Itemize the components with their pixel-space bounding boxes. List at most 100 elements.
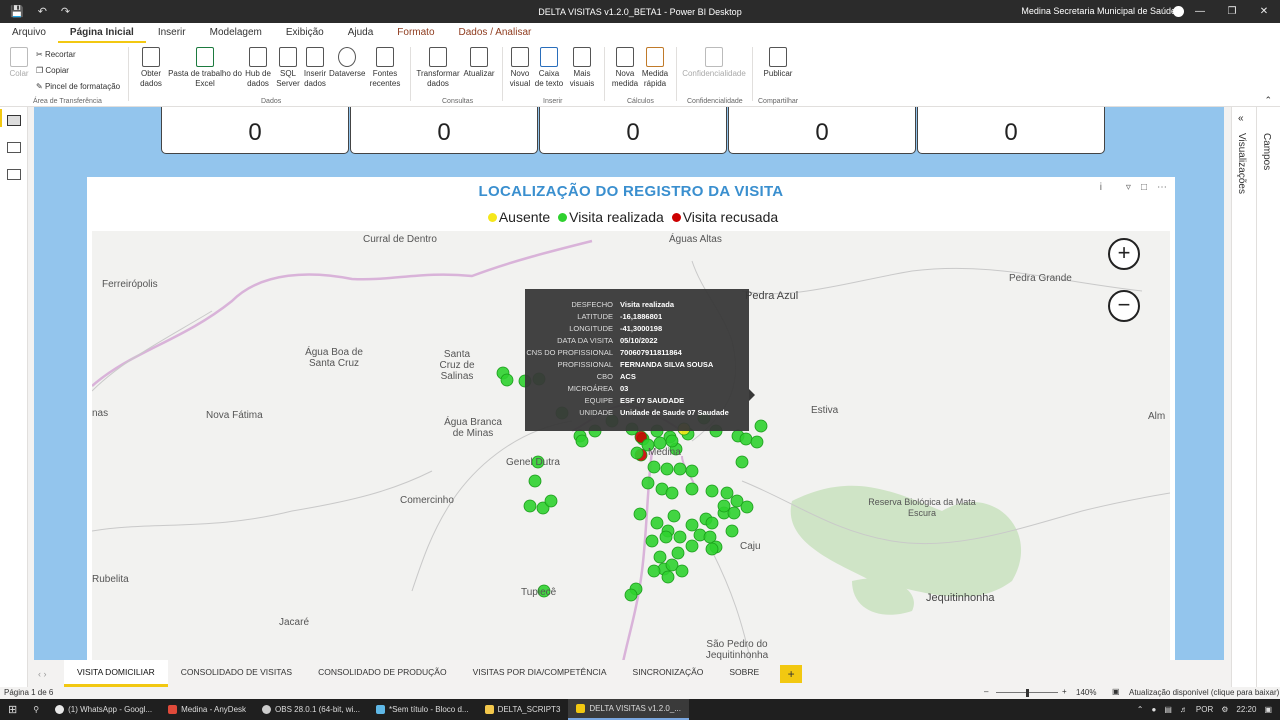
page-tab-sincronizacao[interactable]: SINCRONIZAÇÃO	[620, 660, 717, 687]
zoom-out-icon[interactable]: –	[984, 687, 988, 696]
new-visual-button[interactable]: Novo visual	[507, 47, 533, 89]
expand-panes-icon[interactable]: «	[1238, 113, 1244, 124]
visit-point[interactable]	[735, 455, 749, 469]
taskbar-item[interactable]: Medina - AnyDesk	[160, 699, 254, 720]
model-view-icon[interactable]	[7, 169, 21, 180]
visit-point[interactable]	[671, 546, 685, 560]
notification-icon[interactable]: ▣	[1264, 705, 1272, 714]
visit-point[interactable]	[739, 432, 753, 446]
visit-point[interactable]	[705, 516, 719, 530]
search-button[interactable]: ⚲	[25, 699, 47, 720]
visit-point[interactable]	[727, 506, 741, 520]
tab-modelagem[interactable]: Modelagem	[198, 23, 274, 43]
page-tab-visita-domiciliar[interactable]: VISITA DOMICILIAR	[64, 660, 168, 687]
visit-point[interactable]	[653, 550, 667, 564]
tab-inserir[interactable]: Inserir	[146, 23, 198, 43]
fields-pane-toggle[interactable]: Campos	[1261, 133, 1272, 170]
new-measure-button[interactable]: Nova medida	[610, 47, 640, 89]
excel-button[interactable]: Pasta de trabalho do Excel	[168, 47, 242, 89]
taskbar-item[interactable]: (1) WhatsApp - Googl...	[47, 699, 160, 720]
update-notice[interactable]: Atualização disponível (clique para baix…	[1129, 688, 1279, 697]
recent-sources-button[interactable]: Fontes recentes	[366, 47, 404, 89]
visit-point[interactable]	[665, 434, 679, 448]
visit-point[interactable]	[740, 500, 754, 514]
add-page-button[interactable]: +	[780, 664, 803, 683]
page-tab-consolidado-visitas[interactable]: CONSOLIDADO DE VISITAS	[168, 660, 305, 687]
clock[interactable]: 22:20	[1236, 705, 1256, 714]
visit-point[interactable]	[528, 474, 542, 488]
zoom-in-icon[interactable]: +	[1062, 687, 1067, 696]
kpi-card[interactable]: 0	[728, 107, 916, 154]
kpi-card[interactable]: 0	[350, 107, 538, 154]
visit-point[interactable]	[685, 464, 699, 478]
zoom-slider-thumb[interactable]	[1026, 689, 1029, 697]
visit-point[interactable]	[645, 534, 659, 548]
visit-point[interactable]	[675, 564, 689, 578]
get-data-button[interactable]: Obter dados	[135, 47, 167, 89]
visit-point[interactable]	[720, 486, 734, 500]
more-visuals-button[interactable]: Mais visuais	[566, 47, 598, 89]
taskbar-item[interactable]: *Sem título - Bloco d...	[368, 699, 477, 720]
visit-point[interactable]	[523, 499, 537, 513]
visit-point[interactable]	[500, 373, 514, 387]
kpi-card[interactable]: 0	[917, 107, 1105, 154]
format-painter-button[interactable]: ✎ Pincel de formatação	[36, 82, 120, 91]
quick-measure-button[interactable]: Medida rápida	[640, 47, 670, 89]
user-name[interactable]: Medina Secretaria Municipal de Saúde	[1021, 6, 1176, 16]
info-icon[interactable]: i	[1100, 182, 1102, 193]
visit-point[interactable]	[685, 539, 699, 553]
taskbar-item[interactable]: DELTA_SCRIPT3	[477, 699, 569, 720]
tab-pagina-inicial[interactable]: Página Inicial	[57, 23, 146, 43]
visit-point[interactable]	[647, 564, 661, 578]
undo-icon[interactable]: ↶	[38, 5, 47, 18]
visit-point[interactable]	[685, 518, 699, 532]
tab-dados-analisar[interactable]: Dados / Analisar	[447, 23, 544, 43]
page-tab-consolidado-producao[interactable]: CONSOLIDADO DE PRODUÇÃO	[305, 660, 459, 687]
visit-point[interactable]	[630, 446, 644, 460]
focus-mode-icon[interactable]: □	[1141, 182, 1147, 193]
tab-formato[interactable]: Formato	[385, 23, 446, 43]
map-visual[interactable]: LOCALIZAÇÃO DO REGISTRO DA VISITA i ▿ □ …	[87, 177, 1175, 660]
report-view-icon[interactable]	[7, 115, 21, 126]
theme-toggle[interactable]	[1173, 6, 1184, 17]
visit-point[interactable]	[725, 524, 739, 538]
visit-point[interactable]	[647, 460, 661, 474]
collapse-ribbon-icon[interactable]: ⌃	[1264, 95, 1272, 106]
visit-point[interactable]	[717, 499, 731, 513]
visit-point[interactable]	[633, 507, 647, 521]
refresh-button[interactable]: Atualizar	[461, 47, 497, 79]
visit-point[interactable]	[665, 486, 679, 500]
kpi-card[interactable]: 0	[539, 107, 727, 154]
close-icon[interactable]: ✕	[1248, 0, 1280, 23]
page-nav-arrows[interactable]: ‹ ›	[34, 669, 64, 679]
filter-icon[interactable]: ▿	[1126, 182, 1131, 193]
page-tab-sobre[interactable]: SOBRE	[716, 660, 772, 687]
start-button[interactable]: ⊞	[0, 699, 25, 720]
visit-point[interactable]	[544, 494, 558, 508]
tab-ajuda[interactable]: Ajuda	[336, 23, 386, 43]
taskbar-item[interactable]: OBS 28.0.1 (64-bit, wi...	[254, 699, 368, 720]
tab-arquivo[interactable]: Arquivo	[0, 23, 58, 43]
map-area[interactable]: Curral de Dentro Águas Altas Ferreirópol…	[92, 231, 1170, 660]
zoom-in-button[interactable]: +	[1108, 238, 1140, 270]
enter-data-button[interactable]: Inserir dados	[302, 47, 328, 89]
sensitivity-button[interactable]: Confidencialidade	[680, 47, 748, 79]
textbox-button[interactable]: Caixa de texto	[534, 47, 564, 89]
paste-button[interactable]: Colar	[6, 47, 32, 79]
network-icon[interactable]: ▤	[1164, 705, 1172, 714]
settings-icon[interactable]: ⚙	[1221, 705, 1228, 714]
visit-point[interactable]	[641, 476, 655, 490]
visit-point[interactable]	[705, 484, 719, 498]
cut-button[interactable]: ✂ Recortar	[36, 50, 76, 59]
visit-point[interactable]	[624, 588, 638, 602]
visit-point[interactable]	[754, 419, 768, 433]
visit-point[interactable]	[705, 542, 719, 556]
page-tab-visitas-por-dia[interactable]: VISITAS POR DIA/COMPETÊNCIA	[460, 660, 620, 687]
language-indicator[interactable]: POR	[1196, 705, 1213, 714]
kpi-card[interactable]: 0	[161, 107, 349, 154]
sql-server-button[interactable]: SQL Server	[275, 47, 301, 89]
visit-point[interactable]	[667, 509, 681, 523]
maximize-icon[interactable]: ❐	[1216, 0, 1248, 23]
transform-data-button[interactable]: Transformar dados	[416, 47, 460, 89]
data-hub-button[interactable]: Hub de dados	[243, 47, 273, 89]
